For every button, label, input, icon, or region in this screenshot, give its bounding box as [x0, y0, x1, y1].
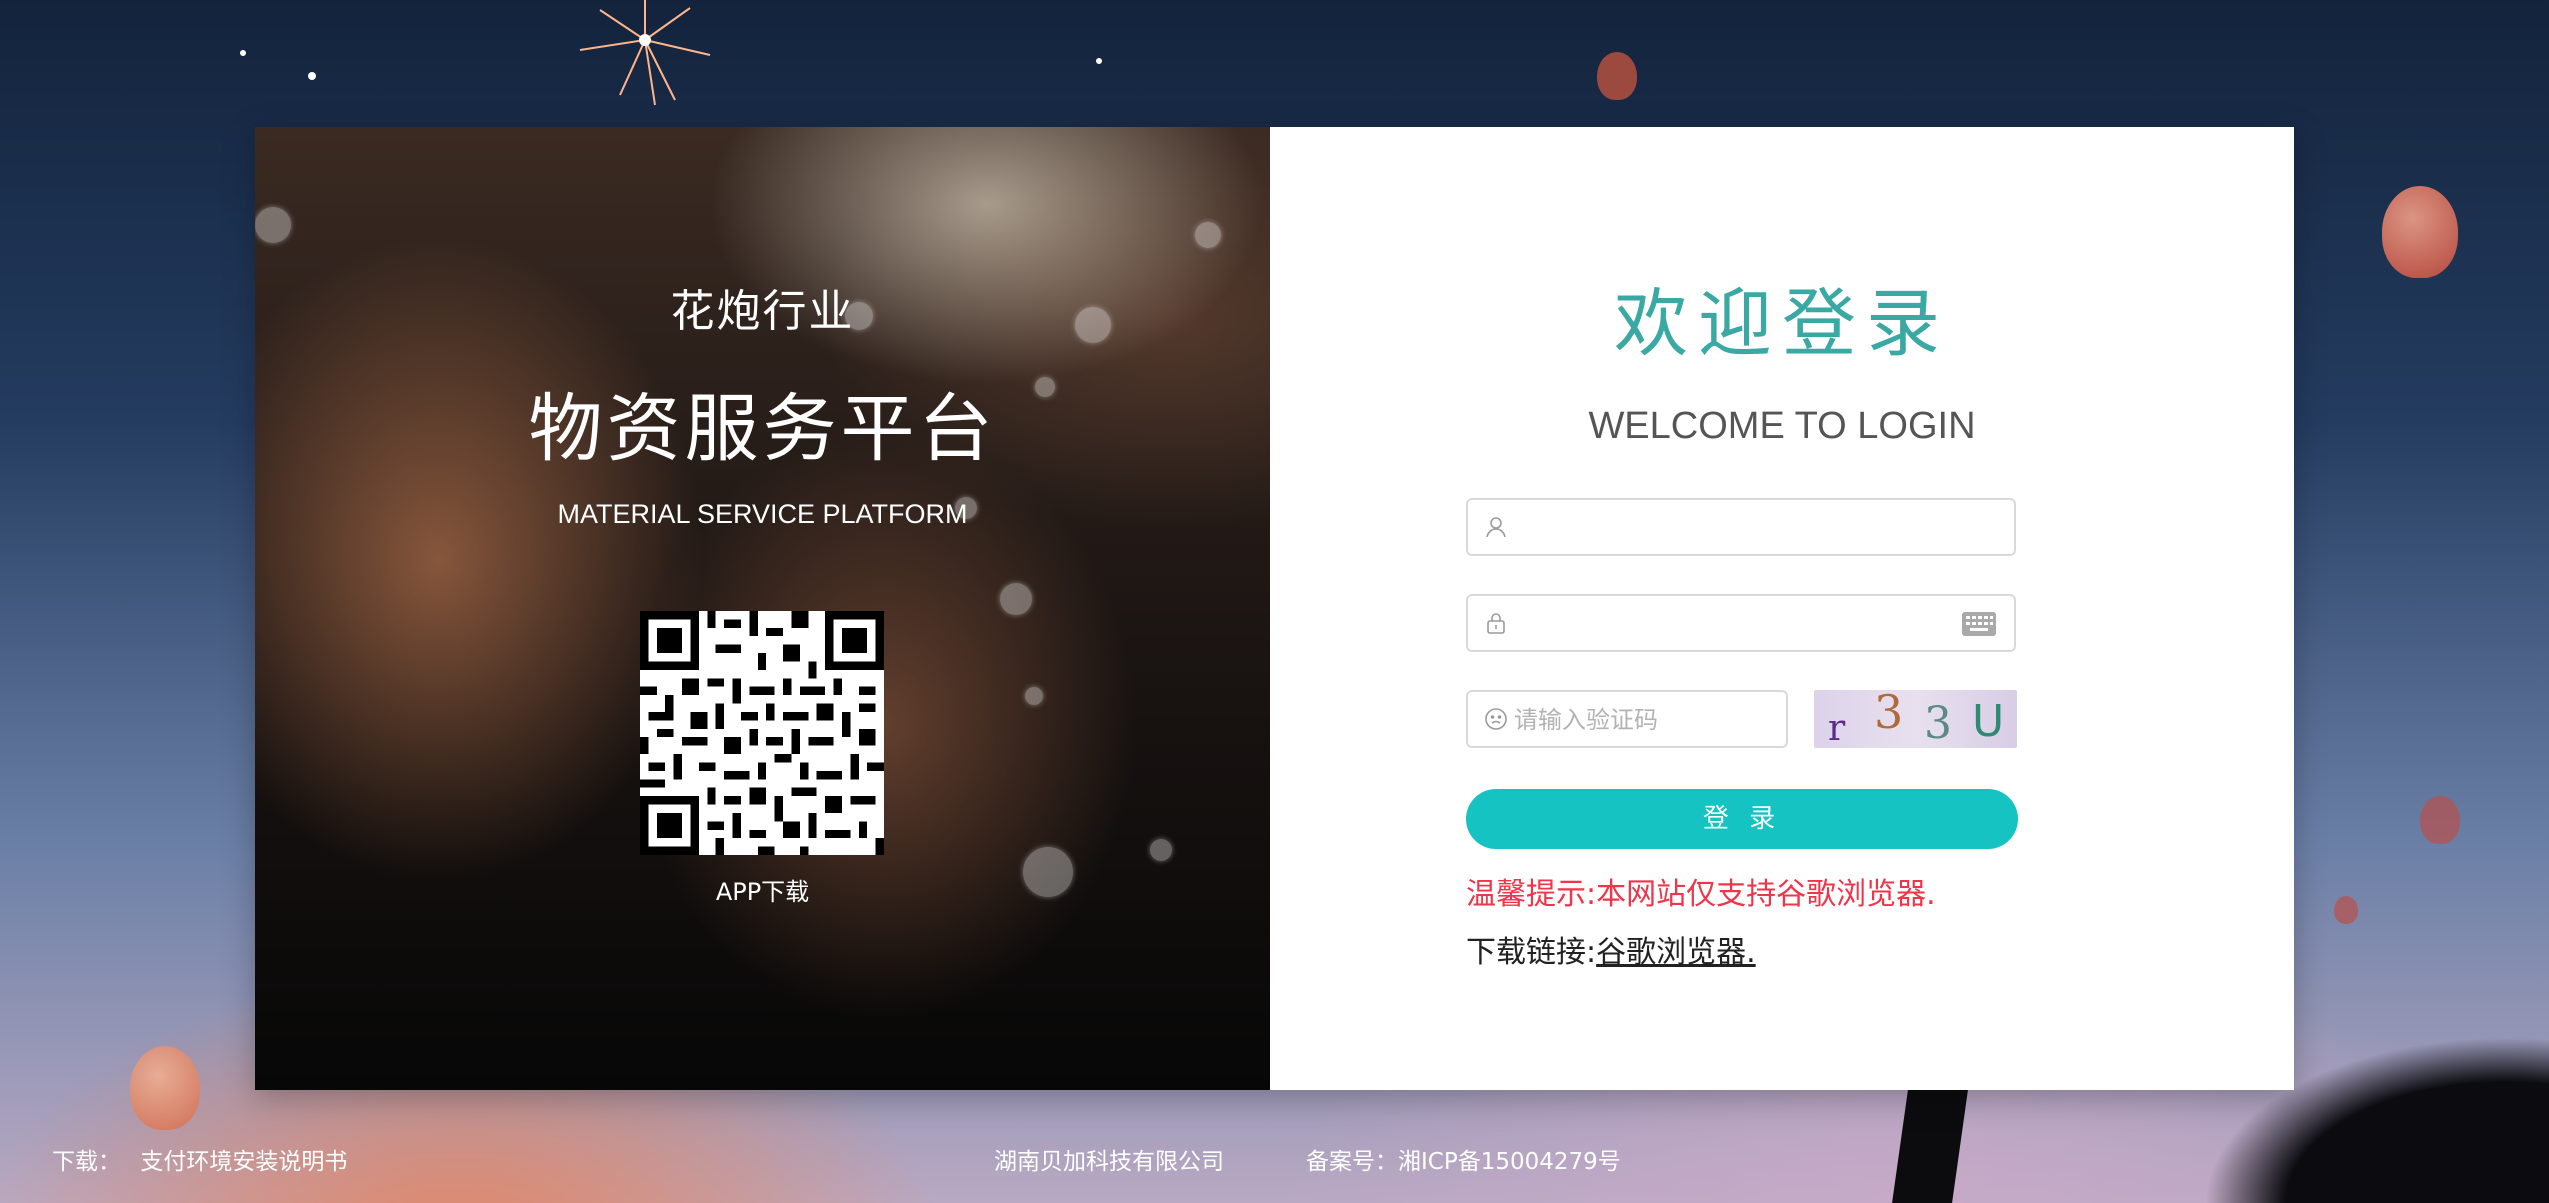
- captcha-input[interactable]: [1512, 692, 1776, 748]
- download-prefix: 下载链接:: [1466, 935, 1597, 970]
- username-input[interactable]: [1520, 500, 1964, 556]
- firework-sparkle: [560, 0, 730, 110]
- footer-company: 湖南贝加科技有限公司: [994, 1149, 1224, 1175]
- smiley-icon: [1484, 707, 1508, 731]
- footer-download: 下载： 支付环境安装说明书: [52, 1142, 347, 1176]
- footer-icp[interactable]: 备案号：湘ICP备15004279号: [1306, 1142, 1621, 1176]
- balloon: [2334, 896, 2358, 924]
- captcha-char: 3: [1924, 698, 1952, 748]
- brand-panel: 花炮行业 物资服务平台 MATERIAL SERVICE PLATFORM AP…: [255, 127, 1270, 1090]
- lock-icon: [1484, 611, 1508, 635]
- app-download-qr-code[interactable]: [640, 611, 884, 855]
- welcome-title: 欢迎登录: [1614, 281, 1950, 367]
- captcha-char: 3: [1874, 690, 1903, 739]
- star: [308, 72, 316, 80]
- captcha-char: U: [1972, 696, 2004, 747]
- welcome-subtitle: WELCOME TO LOGIN: [1588, 405, 1976, 447]
- brand-industry: 花炮行业: [670, 286, 855, 337]
- username-field[interactable]: [1466, 498, 2016, 556]
- bokeh: [1025, 687, 1043, 705]
- chrome-download-link[interactable]: 谷歌浏览器.: [1596, 935, 1756, 970]
- password-field[interactable]: [1466, 594, 2016, 652]
- bokeh: [255, 207, 291, 243]
- dark-object: [1892, 1090, 1968, 1203]
- balloon: [130, 1046, 200, 1130]
- bokeh: [1195, 222, 1221, 248]
- captcha-field[interactable]: [1466, 690, 1788, 748]
- balloon: [2382, 186, 2458, 278]
- login-button[interactable]: 登 录: [1466, 789, 2018, 849]
- brand-platform-name-en: MATERIAL SERVICE PLATFORM: [557, 499, 968, 529]
- captcha-char: r: [1828, 708, 1846, 748]
- payment-manual-link[interactable]: 支付环境安装说明书: [140, 1149, 347, 1175]
- login-card: 花炮行业 物资服务平台 MATERIAL SERVICE PLATFORM AP…: [255, 127, 2294, 1090]
- star: [240, 50, 246, 56]
- footer-download-label: 下载：: [52, 1149, 121, 1175]
- balloon: [1597, 52, 1637, 100]
- bokeh: [1000, 583, 1032, 615]
- star: [1096, 58, 1102, 64]
- browser-download-line: 下载链接:谷歌浏览器.: [1466, 927, 1756, 971]
- keyboard-icon[interactable]: [1962, 612, 1996, 636]
- bokeh: [1150, 839, 1172, 861]
- login-panel: 欢迎登录 WELCOME TO LOGIN 请输入验证码 r 3 3 U 登 录…: [1270, 127, 2294, 1090]
- balloon: [2420, 796, 2460, 844]
- captcha-image[interactable]: r 3 3 U: [1814, 690, 2017, 748]
- browser-tip: 温馨提示:本网站仅支持谷歌浏览器.: [1466, 877, 1936, 912]
- password-input[interactable]: [1520, 596, 1964, 652]
- app-download-label: APP下载: [715, 878, 810, 906]
- user-icon: [1484, 515, 1508, 539]
- brand-platform-name: 物资服务平台: [528, 386, 997, 472]
